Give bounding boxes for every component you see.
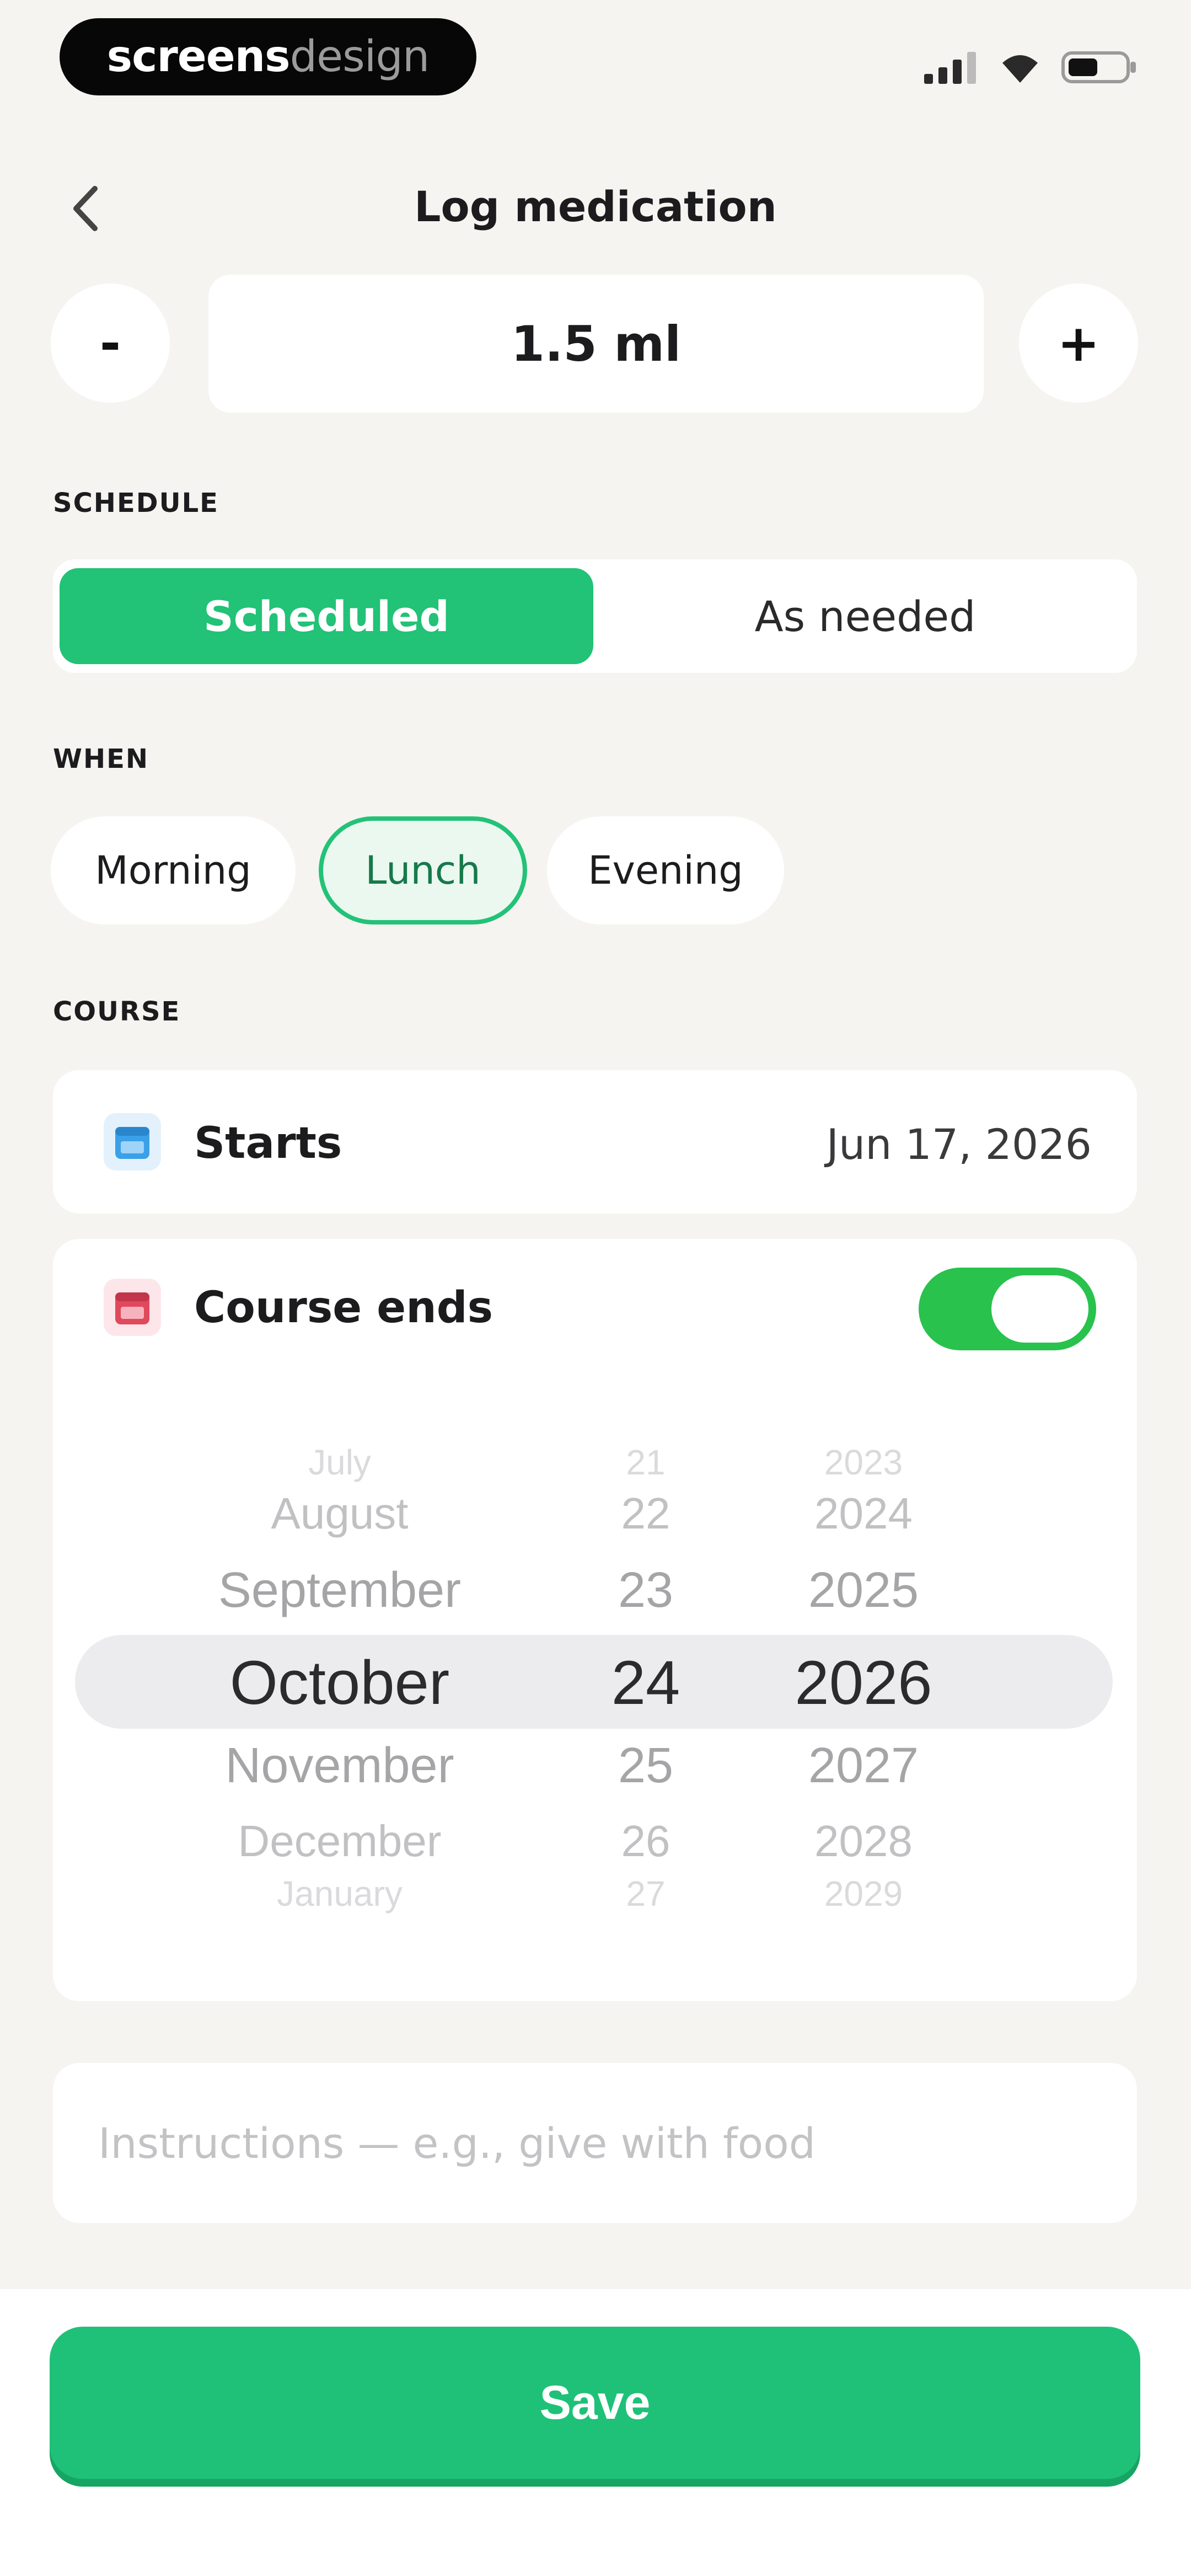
picker-day-item[interactable]: 27: [591, 1873, 701, 1914]
picker-year-selected[interactable]: 2026: [764, 1647, 963, 1718]
picker-day-item[interactable]: 22: [591, 1488, 701, 1539]
picker-year-item[interactable]: 2025: [781, 1562, 946, 1619]
brand-text-light: design: [289, 32, 430, 82]
status-icons: [924, 47, 1138, 87]
wifi-icon: [1002, 55, 1038, 83]
picker-day-item[interactable]: 25: [591, 1738, 701, 1794]
battery-icon: [1061, 51, 1136, 83]
date-picker[interactable]: July August September October November D…: [53, 1239, 1137, 2001]
picker-month-item[interactable]: December: [202, 1816, 478, 1867]
save-button[interactable]: Save: [50, 2327, 1140, 2479]
picker-month-item[interactable]: January: [229, 1873, 450, 1914]
increment-button[interactable]: +: [1019, 284, 1138, 403]
dose-value[interactable]: 1.5 ml: [208, 275, 984, 413]
course-ends-card: Course ends July August September Octobe…: [53, 1239, 1137, 2001]
page-title: Log medication: [414, 182, 777, 231]
starts-row[interactable]: Starts Jun 17, 2026: [53, 1070, 1137, 1214]
course-label: COURSE: [53, 996, 181, 1027]
schedule-label: SCHEDULE: [53, 488, 219, 519]
segment-as-needed[interactable]: As needed: [599, 568, 1131, 664]
picker-year-item[interactable]: 2027: [781, 1738, 946, 1794]
schedule-segmented-control: Scheduled As needed: [53, 559, 1137, 673]
instructions-field[interactable]: [53, 2063, 1137, 2223]
calendar-icon: [104, 1113, 161, 1171]
picker-month-selected[interactable]: October: [163, 1647, 516, 1718]
picker-month-item[interactable]: September: [180, 1562, 500, 1619]
starts-date[interactable]: Jun 17, 2026: [827, 1120, 1092, 1169]
decrement-button[interactable]: -: [51, 284, 170, 403]
picker-day-item[interactable]: 21: [591, 1442, 701, 1483]
chip-evening[interactable]: Evening: [547, 816, 784, 924]
picker-month-item[interactable]: July: [229, 1442, 450, 1483]
instructions-input[interactable]: [97, 2118, 1137, 2168]
picker-year-item[interactable]: 2024: [781, 1488, 946, 1539]
picker-year-item[interactable]: 2029: [781, 1873, 946, 1914]
brand-text-bold: screens: [106, 32, 291, 82]
brand-watermark: screens design: [60, 18, 476, 95]
picker-year-item[interactable]: 2028: [781, 1816, 946, 1867]
when-label: WHEN: [53, 744, 149, 774]
picker-month-item[interactable]: August: [202, 1488, 478, 1539]
chip-morning[interactable]: Morning: [51, 816, 296, 924]
picker-day-selected[interactable]: 24: [580, 1647, 712, 1718]
starts-label: Starts: [194, 1119, 342, 1168]
picker-month-item[interactable]: November: [180, 1738, 500, 1794]
signal-icon: [924, 52, 976, 84]
segment-scheduled[interactable]: Scheduled: [60, 568, 593, 664]
picker-day-item[interactable]: 23: [591, 1562, 701, 1619]
chip-lunch[interactable]: Lunch: [319, 816, 527, 924]
picker-year-item[interactable]: 2023: [781, 1442, 946, 1483]
picker-day-item[interactable]: 26: [591, 1816, 701, 1867]
